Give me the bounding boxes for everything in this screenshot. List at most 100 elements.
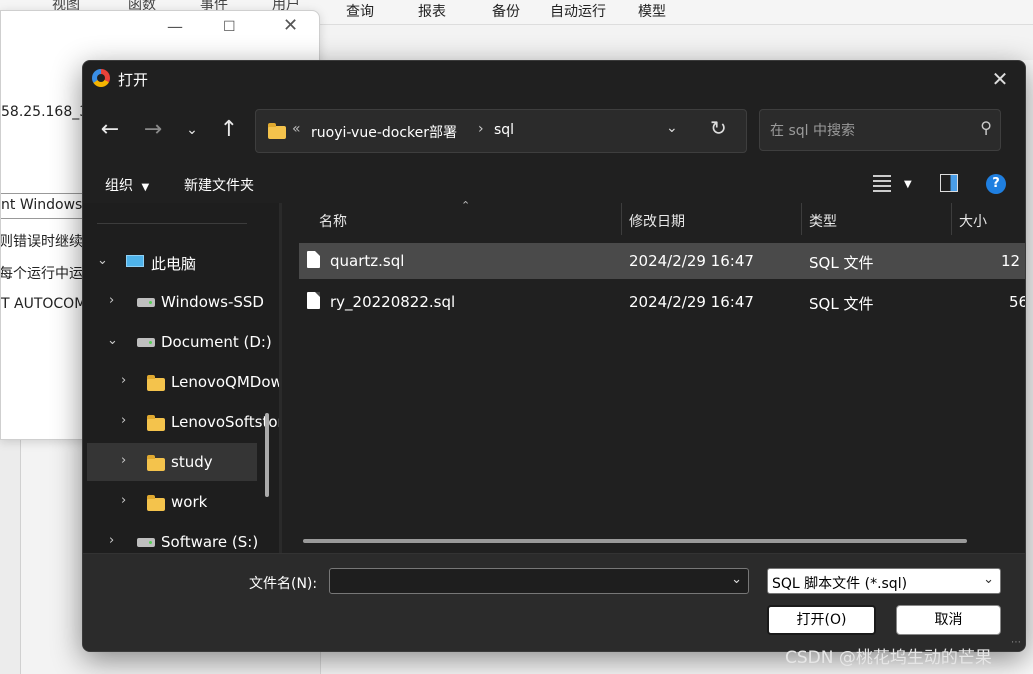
tree-item-software-drive[interactable]: › Software (S:) <box>87 523 259 553</box>
menu-query[interactable]: 查询 <box>346 1 374 21</box>
tree-item-document-drive[interactable]: ⌄ Document (D:) <box>87 323 272 361</box>
file-row[interactable]: quartz.sql 2024/2/29 16:47 SQL 文件 12 <box>299 243 1025 279</box>
file-row[interactable]: ry_20220822.sql 2024/2/29 16:47 SQL 文件 5… <box>299 284 1025 320</box>
folder-icon <box>147 495 165 511</box>
pane-splitter[interactable] <box>279 203 282 553</box>
tree-item-label: LenovoQMDownload <box>171 373 279 391</box>
chevron-down-icon[interactable]: ⌄ <box>666 120 678 136</box>
refresh-icon[interactable]: ↻ <box>710 116 727 140</box>
address-bar[interactable]: « ruoyi-vue-docker部署 › sql ⌄ ↻ <box>255 109 747 153</box>
tree-item-label: Software (S:) <box>161 533 259 551</box>
drive-icon <box>137 538 155 547</box>
nav-divider <box>97 223 247 224</box>
view-options-caret-icon[interactable]: ▼ <box>904 179 912 190</box>
close-icon[interactable]: ✕ <box>985 65 1015 93</box>
horizontal-scrollbar[interactable] <box>303 539 967 543</box>
recent-locations-chevron-icon[interactable]: ⌄ <box>178 117 206 143</box>
tree-item-windows-ssd[interactable]: › Windows-SSD <box>87 283 264 321</box>
file-size: 12 <box>1001 252 1021 270</box>
help-icon[interactable]: ? <box>986 174 1006 194</box>
filetype-value: SQL 脚本文件 (*.sql) <box>772 576 908 592</box>
column-separator[interactable] <box>621 203 622 235</box>
connection-host-text: 58.25.168_3 <box>1 104 89 120</box>
open-button[interactable]: 打开(O) <box>767 605 876 635</box>
column-header-name[interactable]: 名称 <box>319 211 347 231</box>
folder-icon <box>268 123 286 139</box>
organize-menu-button[interactable]: 组织 ▼ <box>105 175 149 195</box>
column-separator[interactable] <box>801 203 802 235</box>
dialog-toolbar: 组织 ▼ 新建文件夹 ▼ ? <box>83 165 1025 203</box>
menu-autorun[interactable]: 自动运行 <box>550 1 606 21</box>
search-icon[interactable]: ⚲ <box>980 118 992 137</box>
folder-icon <box>147 455 165 471</box>
option-text: 每个运行中运 <box>0 266 83 282</box>
tree-item-label: Document (D:) <box>161 333 272 351</box>
caret-down-icon: ▼ <box>141 182 150 193</box>
tree-item-this-pc[interactable]: ⌄ 此电脑 <box>87 243 257 281</box>
chevron-down-icon[interactable]: ⌄ <box>731 572 742 587</box>
file-type: SQL 文件 <box>809 295 874 313</box>
up-arrow-icon[interactable]: ↑ <box>215 117 243 143</box>
search-box[interactable]: ⚲ <box>759 109 1001 151</box>
path-overflow-icon[interactable]: « <box>292 121 301 137</box>
navigation-pane: ⌄ 此电脑 › Windows-SSD ⌄ Document (D:) › Le… <box>83 203 279 553</box>
chevron-right-icon[interactable]: › <box>109 533 114 548</box>
maximize-icon[interactable]: ☐ <box>223 19 236 35</box>
minimize-icon[interactable]: — <box>167 17 183 36</box>
chevron-right-icon[interactable]: › <box>121 453 126 468</box>
breadcrumb-current[interactable]: sql <box>494 122 514 138</box>
resize-grip-icon[interactable]: ⋯ <box>1011 637 1021 648</box>
tree-item-label: study <box>171 453 213 471</box>
open-file-dialog: 打开 ✕ ← → ⌄ ↑ « ruoyi-vue-docker部署 › sql … <box>82 60 1026 652</box>
tree-item-lenovoqmdownload[interactable]: › LenovoQMDownload <box>87 363 279 401</box>
search-input[interactable] <box>768 118 972 144</box>
file-icon <box>307 292 320 309</box>
nav-scrollbar[interactable] <box>265 413 269 497</box>
chevron-right-icon[interactable]: › <box>121 373 126 388</box>
folder-icon <box>147 415 165 431</box>
file-date: 2024/2/29 16:47 <box>629 293 754 311</box>
filename-input[interactable]: ⌄ <box>329 568 749 594</box>
tree-item-label: LenovoSoftstore <box>171 413 279 431</box>
chevron-right-icon[interactable]: › <box>121 413 126 428</box>
file-list: ⌃ 名称 修改日期 类型 大小 quartz.sql 2024/2/29 16:… <box>283 199 1025 553</box>
view-list-icon[interactable] <box>873 175 891 193</box>
computer-icon <box>126 255 144 267</box>
chevron-right-icon[interactable]: › <box>121 493 126 508</box>
tree-item-study[interactable]: › study <box>87 443 257 481</box>
chevron-down-icon[interactable]: ⌄ <box>107 333 118 348</box>
column-header-date[interactable]: 修改日期 <box>629 211 685 231</box>
file-name: ry_20220822.sql <box>330 293 456 311</box>
file-size: 56 <box>1009 293 1025 311</box>
file-name: quartz.sql <box>330 252 405 270</box>
close-icon[interactable]: ✕ <box>283 15 298 36</box>
chevron-down-icon[interactable]: ⌄ <box>983 572 994 587</box>
column-header-size[interactable]: 大小 <box>959 211 987 231</box>
cancel-button[interactable]: 取消 <box>896 605 1001 635</box>
breadcrumb-parent[interactable]: ruoyi-vue-docker部署 <box>311 122 457 142</box>
dialog-title: 打开 <box>118 71 149 89</box>
forward-arrow-icon[interactable]: → <box>139 117 167 143</box>
new-folder-button[interactable]: 新建文件夹 <box>184 175 254 195</box>
folder-icon <box>147 375 165 391</box>
menu-report[interactable]: 报表 <box>418 1 446 21</box>
dialog-footer: 文件名(N): ⌄ SQL 脚本文件 (*.sql) ⌄ 打开(O) 取消 ⋯ <box>83 553 1025 651</box>
filetype-select[interactable]: SQL 脚本文件 (*.sql) ⌄ <box>767 568 1001 594</box>
back-arrow-icon[interactable]: ← <box>96 117 124 143</box>
tree-item-work[interactable]: › work <box>87 483 257 521</box>
column-separator[interactable] <box>951 203 952 235</box>
app-logo-icon <box>92 69 110 87</box>
column-header-type[interactable]: 类型 <box>809 211 837 231</box>
tree-item-lenovosoftstore[interactable]: › LenovoSoftstore <box>87 403 279 441</box>
file-icon <box>307 251 320 268</box>
dialog-titlebar[interactable]: 打开 ✕ <box>83 61 1025 99</box>
menu-model[interactable]: 模型 <box>638 1 666 21</box>
chevron-right-icon[interactable]: › <box>109 293 114 308</box>
breadcrumb-separator-icon[interactable]: › <box>478 121 484 137</box>
chevron-down-icon[interactable]: ⌄ <box>97 253 108 268</box>
filename-label: 文件名(N): <box>249 576 318 592</box>
preview-pane-icon[interactable] <box>940 174 958 192</box>
tree-item-label: Windows-SSD <box>161 293 264 311</box>
menu-backup[interactable]: 备份 <box>492 1 520 21</box>
option-text: 则错误时继续 <box>0 234 83 250</box>
